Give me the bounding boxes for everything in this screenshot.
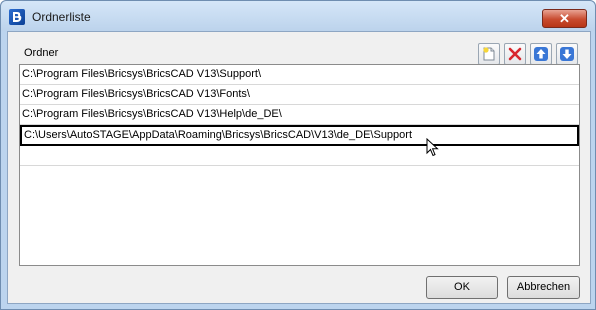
list-item[interactable]: C:\Program Files\Bricsys\BricsCAD V13\Su… <box>20 65 579 85</box>
dialog-window: Ordnerliste ✕ Ordner C:\Program Files\Br… <box>0 0 596 310</box>
list-item[interactable]: C:\Program Files\Bricsys\BricsCAD V13\He… <box>20 105 579 125</box>
list-item-selected[interactable]: C:\Users\AutoSTAGE\AppData\Roaming\Brics… <box>20 125 579 146</box>
title-bar[interactable]: Ordnerliste ✕ <box>1 1 595 31</box>
window-title: Ordnerliste <box>32 10 91 24</box>
delete-button[interactable] <box>504 43 526 65</box>
move-down-icon <box>560 47 574 61</box>
dialog-body: Ordner C:\Program Files\Bricsys\BricsCAD… <box>7 31 591 304</box>
mouse-cursor-icon <box>426 138 439 157</box>
list-header-label: Ordner <box>24 47 59 59</box>
delete-icon <box>508 47 522 61</box>
ok-button[interactable]: OK <box>426 276 498 299</box>
list-item-empty[interactable] <box>20 146 579 166</box>
new-folder-button[interactable] <box>478 43 500 65</box>
cancel-button[interactable]: Abbrechen <box>507 276 580 299</box>
move-up-button[interactable] <box>530 43 552 65</box>
move-up-icon <box>534 47 548 61</box>
close-button[interactable]: ✕ <box>542 9 587 28</box>
list-item[interactable]: C:\Program Files\Bricsys\BricsCAD V13\Fo… <box>20 85 579 105</box>
new-folder-icon <box>483 47 495 61</box>
bricscad-app-icon <box>9 9 25 25</box>
folder-list[interactable]: C:\Program Files\Bricsys\BricsCAD V13\Su… <box>19 64 580 266</box>
move-down-button[interactable] <box>556 43 578 65</box>
